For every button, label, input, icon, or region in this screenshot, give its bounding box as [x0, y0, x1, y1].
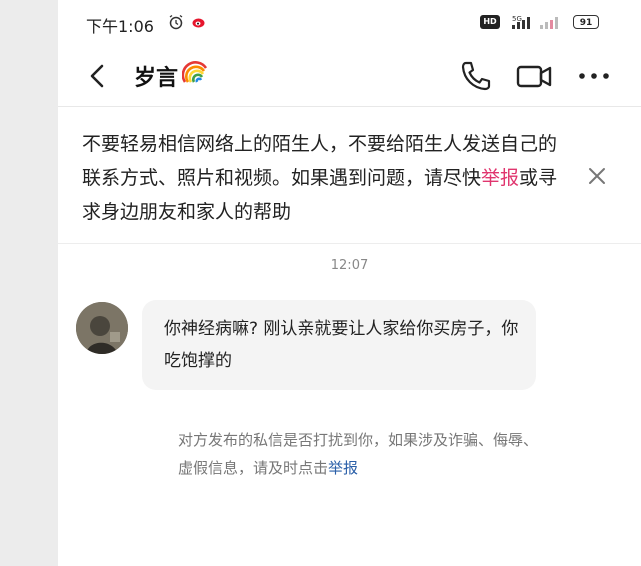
weibo-icon — [192, 18, 205, 28]
phone-icon[interactable] — [458, 58, 494, 94]
message-timestamp: 12:07 — [330, 258, 369, 273]
message-bubble[interactable]: 你神经病嘛? 刚认亲就要让人家给你买房子，你吃饱撑的 — [142, 300, 536, 390]
video-icon[interactable] — [514, 58, 554, 94]
status-time: 下午1:06 — [86, 17, 154, 36]
warning-report-link[interactable]: 举报 — [481, 167, 519, 189]
contact-name: 岁言 — [134, 66, 179, 91]
more-icon[interactable] — [574, 58, 614, 94]
notice-report-link[interactable]: 举报 — [328, 459, 358, 477]
message-list[interactable]: 12:07 你神经病嘛? 刚认亲就要让人家给你买房子，你吃饱撑的 对方发布的私信… — [58, 244, 641, 566]
hd-badge: HD — [480, 15, 500, 29]
avatar-image — [76, 302, 128, 354]
chat-screen: 下午1:06 HD 5G 91 岁言 不要轻易相信网络上的陌生人，不要给陌生人发… — [58, 0, 641, 566]
close-icon[interactable] — [584, 163, 610, 189]
back-icon[interactable] — [86, 62, 110, 90]
avatar[interactable] — [76, 302, 128, 354]
message-text: 你神经病嘛? 刚认亲就要让人家给你买房子，你吃饱撑的 — [164, 319, 519, 371]
rainbow-emoji — [182, 61, 208, 83]
safety-warning-text: 不要轻易相信网络上的陌生人，不要给陌生人发送自己的联系方式、照片和视频。如果遇到… — [82, 127, 562, 229]
signal-icon: 5G — [512, 15, 558, 29]
battery-icon: 91 — [573, 15, 599, 29]
chat-header: 岁言 — [58, 50, 641, 107]
safety-warning-banner: 不要轻易相信网络上的陌生人，不要给陌生人发送自己的联系方式、照片和视频。如果遇到… — [58, 107, 641, 244]
status-bar: 下午1:06 HD 5G 91 — [58, 0, 641, 50]
alarm-icon — [169, 14, 183, 30]
signal-type: 5G — [512, 15, 522, 23]
report-notice: 对方发布的私信是否打扰到你，如果涉及诈骗、侮辱、虚假信息，请及时点击举报 — [178, 426, 538, 482]
